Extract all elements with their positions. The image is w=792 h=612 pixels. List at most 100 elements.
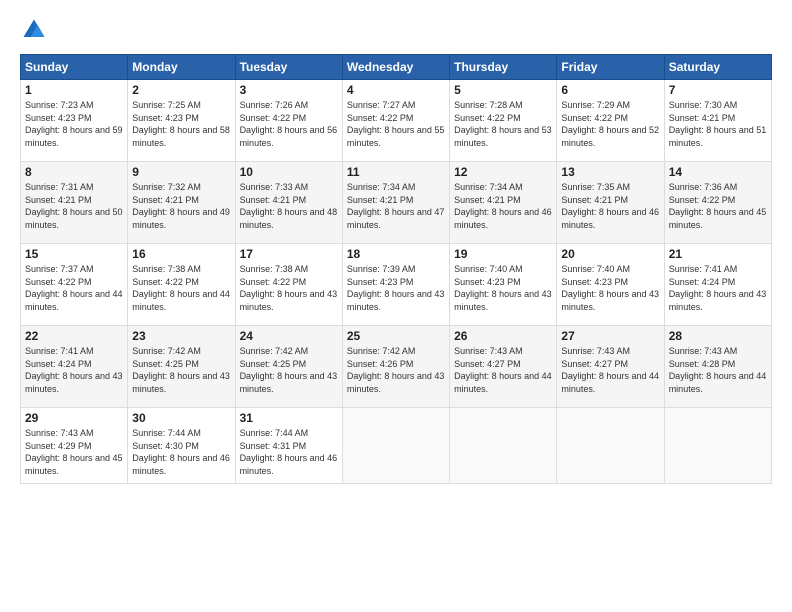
calendar-cell: 28 Sunrise: 7:43 AMSunset: 4:28 PMDaylig… [664,326,771,408]
day-info: Sunrise: 7:43 AMSunset: 4:29 PMDaylight:… [25,428,123,476]
day-number: 16 [132,247,230,261]
calendar-cell: 10 Sunrise: 7:33 AMSunset: 4:21 PMDaylig… [235,162,342,244]
calendar-cell: 8 Sunrise: 7:31 AMSunset: 4:21 PMDayligh… [21,162,128,244]
weekday-header: Monday [128,55,235,80]
day-info: Sunrise: 7:31 AMSunset: 4:21 PMDaylight:… [25,182,123,230]
day-info: Sunrise: 7:36 AMSunset: 4:22 PMDaylight:… [669,182,767,230]
calendar-cell [450,408,557,484]
day-info: Sunrise: 7:25 AMSunset: 4:23 PMDaylight:… [132,100,230,148]
day-info: Sunrise: 7:43 AMSunset: 4:27 PMDaylight:… [454,346,552,394]
day-info: Sunrise: 7:39 AMSunset: 4:23 PMDaylight:… [347,264,445,312]
calendar-cell: 20 Sunrise: 7:40 AMSunset: 4:23 PMDaylig… [557,244,664,326]
day-number: 22 [25,329,123,343]
calendar-cell: 21 Sunrise: 7:41 AMSunset: 4:24 PMDaylig… [664,244,771,326]
calendar-cell: 13 Sunrise: 7:35 AMSunset: 4:21 PMDaylig… [557,162,664,244]
day-info: Sunrise: 7:44 AMSunset: 4:30 PMDaylight:… [132,428,230,476]
day-number: 10 [240,165,338,179]
day-number: 14 [669,165,767,179]
calendar-cell [664,408,771,484]
calendar-cell: 31 Sunrise: 7:44 AMSunset: 4:31 PMDaylig… [235,408,342,484]
calendar-cell: 15 Sunrise: 7:37 AMSunset: 4:22 PMDaylig… [21,244,128,326]
day-info: Sunrise: 7:23 AMSunset: 4:23 PMDaylight:… [25,100,123,148]
day-number: 28 [669,329,767,343]
calendar-cell: 17 Sunrise: 7:38 AMSunset: 4:22 PMDaylig… [235,244,342,326]
day-info: Sunrise: 7:43 AMSunset: 4:27 PMDaylight:… [561,346,659,394]
day-number: 8 [25,165,123,179]
day-number: 31 [240,411,338,425]
calendar-cell: 19 Sunrise: 7:40 AMSunset: 4:23 PMDaylig… [450,244,557,326]
calendar-cell: 7 Sunrise: 7:30 AMSunset: 4:21 PMDayligh… [664,80,771,162]
calendar-cell: 12 Sunrise: 7:34 AMSunset: 4:21 PMDaylig… [450,162,557,244]
calendar-cell: 9 Sunrise: 7:32 AMSunset: 4:21 PMDayligh… [128,162,235,244]
day-number: 19 [454,247,552,261]
day-info: Sunrise: 7:42 AMSunset: 4:26 PMDaylight:… [347,346,445,394]
day-number: 4 [347,83,445,97]
weekday-header: Thursday [450,55,557,80]
calendar-cell: 14 Sunrise: 7:36 AMSunset: 4:22 PMDaylig… [664,162,771,244]
day-number: 17 [240,247,338,261]
day-info: Sunrise: 7:34 AMSunset: 4:21 PMDaylight:… [347,182,445,230]
day-info: Sunrise: 7:28 AMSunset: 4:22 PMDaylight:… [454,100,552,148]
day-number: 1 [25,83,123,97]
weekday-header: Sunday [21,55,128,80]
day-info: Sunrise: 7:44 AMSunset: 4:31 PMDaylight:… [240,428,338,476]
page: SundayMondayTuesdayWednesdayThursdayFrid… [0,0,792,612]
day-number: 25 [347,329,445,343]
calendar-cell: 18 Sunrise: 7:39 AMSunset: 4:23 PMDaylig… [342,244,449,326]
day-info: Sunrise: 7:33 AMSunset: 4:21 PMDaylight:… [240,182,338,230]
day-info: Sunrise: 7:27 AMSunset: 4:22 PMDaylight:… [347,100,445,148]
calendar-cell: 3 Sunrise: 7:26 AMSunset: 4:22 PMDayligh… [235,80,342,162]
day-number: 11 [347,165,445,179]
day-number: 15 [25,247,123,261]
day-info: Sunrise: 7:26 AMSunset: 4:22 PMDaylight:… [240,100,338,148]
day-info: Sunrise: 7:41 AMSunset: 4:24 PMDaylight:… [25,346,123,394]
calendar-cell: 29 Sunrise: 7:43 AMSunset: 4:29 PMDaylig… [21,408,128,484]
day-number: 21 [669,247,767,261]
calendar-cell: 27 Sunrise: 7:43 AMSunset: 4:27 PMDaylig… [557,326,664,408]
calendar-cell [557,408,664,484]
calendar-cell: 25 Sunrise: 7:42 AMSunset: 4:26 PMDaylig… [342,326,449,408]
day-info: Sunrise: 7:29 AMSunset: 4:22 PMDaylight:… [561,100,659,148]
day-number: 7 [669,83,767,97]
day-number: 9 [132,165,230,179]
calendar: SundayMondayTuesdayWednesdayThursdayFrid… [20,54,772,484]
day-info: Sunrise: 7:42 AMSunset: 4:25 PMDaylight:… [132,346,230,394]
day-info: Sunrise: 7:42 AMSunset: 4:25 PMDaylight:… [240,346,338,394]
day-number: 12 [454,165,552,179]
day-info: Sunrise: 7:34 AMSunset: 4:21 PMDaylight:… [454,182,552,230]
day-info: Sunrise: 7:32 AMSunset: 4:21 PMDaylight:… [132,182,230,230]
calendar-cell: 22 Sunrise: 7:41 AMSunset: 4:24 PMDaylig… [21,326,128,408]
day-number: 23 [132,329,230,343]
calendar-cell: 24 Sunrise: 7:42 AMSunset: 4:25 PMDaylig… [235,326,342,408]
calendar-cell: 30 Sunrise: 7:44 AMSunset: 4:30 PMDaylig… [128,408,235,484]
calendar-cell: 16 Sunrise: 7:38 AMSunset: 4:22 PMDaylig… [128,244,235,326]
calendar-cell: 1 Sunrise: 7:23 AMSunset: 4:23 PMDayligh… [21,80,128,162]
calendar-cell: 11 Sunrise: 7:34 AMSunset: 4:21 PMDaylig… [342,162,449,244]
day-number: 24 [240,329,338,343]
weekday-header: Tuesday [235,55,342,80]
day-number: 13 [561,165,659,179]
weekday-header: Saturday [664,55,771,80]
calendar-cell: 4 Sunrise: 7:27 AMSunset: 4:22 PMDayligh… [342,80,449,162]
calendar-cell: 26 Sunrise: 7:43 AMSunset: 4:27 PMDaylig… [450,326,557,408]
day-number: 3 [240,83,338,97]
day-number: 18 [347,247,445,261]
day-info: Sunrise: 7:43 AMSunset: 4:28 PMDaylight:… [669,346,767,394]
day-number: 20 [561,247,659,261]
day-info: Sunrise: 7:40 AMSunset: 4:23 PMDaylight:… [561,264,659,312]
header [20,16,772,44]
day-number: 27 [561,329,659,343]
weekday-header: Wednesday [342,55,449,80]
calendar-cell: 6 Sunrise: 7:29 AMSunset: 4:22 PMDayligh… [557,80,664,162]
day-info: Sunrise: 7:35 AMSunset: 4:21 PMDaylight:… [561,182,659,230]
day-number: 30 [132,411,230,425]
day-number: 29 [25,411,123,425]
day-number: 5 [454,83,552,97]
calendar-cell: 5 Sunrise: 7:28 AMSunset: 4:22 PMDayligh… [450,80,557,162]
day-number: 26 [454,329,552,343]
calendar-cell: 23 Sunrise: 7:42 AMSunset: 4:25 PMDaylig… [128,326,235,408]
day-info: Sunrise: 7:30 AMSunset: 4:21 PMDaylight:… [669,100,767,148]
weekday-header: Friday [557,55,664,80]
logo [20,16,52,44]
logo-icon [20,16,48,44]
